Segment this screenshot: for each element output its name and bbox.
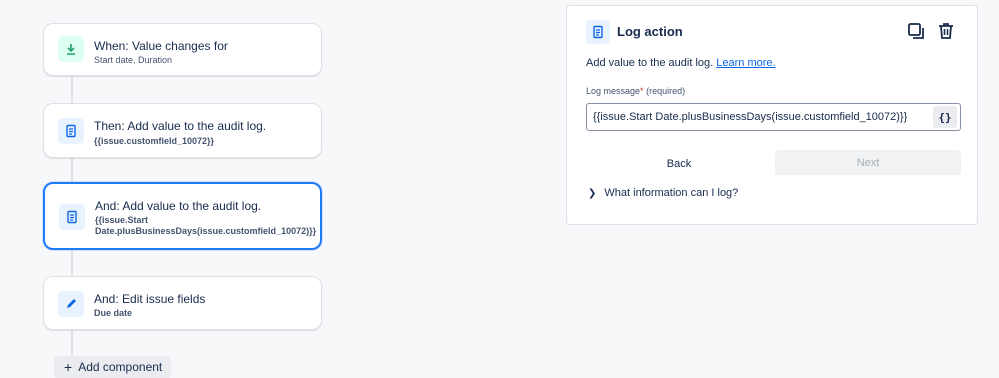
smart-values-button[interactable]: {} <box>933 106 957 128</box>
log-message-field: {} <box>586 103 961 131</box>
copy-icon[interactable] <box>905 20 927 42</box>
card-subtitle: {{issue.customfield_10072}} <box>94 136 215 146</box>
log-icon <box>586 20 610 44</box>
plus-icon: + <box>64 359 73 375</box>
card-subtitle: {{issue.Start Date.plusBusinessDays(issu… <box>95 215 317 236</box>
panel-title: Log action <box>617 24 683 39</box>
trigger-card[interactable]: When: Value changes for Start date, Dura… <box>43 23 322 76</box>
add-component-button[interactable]: + Add component <box>54 356 171 378</box>
card-subtitle: Start date, Duration <box>94 55 173 65</box>
field-label-text: Log message <box>586 86 641 96</box>
action-card[interactable]: Then: Add value to the audit log. {{issu… <box>43 103 322 158</box>
card-title: And: Edit issue fields <box>94 292 206 306</box>
required-asterisk: * <box>640 86 644 96</box>
next-button[interactable]: Next <box>775 150 961 175</box>
log-message-input[interactable] <box>587 110 933 124</box>
panel-description: Add value to the audit log. Learn more. <box>586 57 776 69</box>
panel-actions <box>905 20 957 42</box>
card-title: When: Value changes for <box>94 39 228 53</box>
expander-label: What information can I log? <box>604 187 739 199</box>
log-action-panel: Log action Add value to the audit log. L… <box>566 5 978 225</box>
log-icon <box>58 118 84 144</box>
rule-builder: When: Value changes for Start date, Dura… <box>0 0 540 378</box>
pencil-icon <box>58 291 84 317</box>
log-icon <box>59 204 85 230</box>
edit-card[interactable]: And: Edit issue fields Due date <box>43 276 322 330</box>
card-subtitle: Due date <box>94 308 133 318</box>
download-icon <box>58 36 84 62</box>
action-card-selected[interactable]: And: Add value to the audit log. {{issue… <box>43 182 322 250</box>
log-message-label: Log message* (required) <box>586 86 685 96</box>
learn-more-link[interactable]: Learn more. <box>716 57 775 69</box>
info-expander[interactable]: ❯ What information can I log? <box>588 187 738 199</box>
add-component-label: Add component <box>78 360 163 374</box>
card-title: And: Add value to the audit log. <box>95 199 262 213</box>
back-button[interactable]: Back <box>586 152 772 176</box>
delete-icon[interactable] <box>935 20 957 42</box>
field-required-text: (required) <box>646 86 686 96</box>
card-title: Then: Add value to the audit log. <box>94 119 267 133</box>
description-text: Add value to the audit log. <box>586 57 714 69</box>
chevron-right-icon: ❯ <box>588 187 597 199</box>
